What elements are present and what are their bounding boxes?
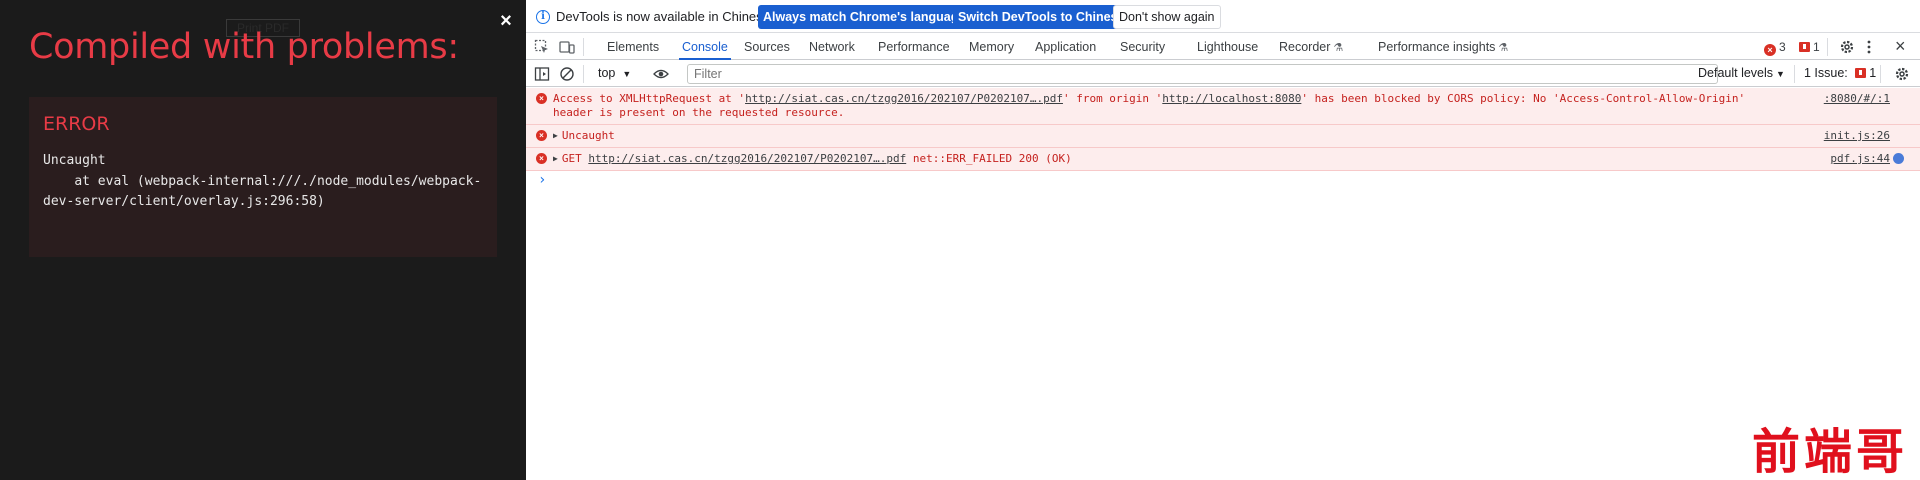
console-error-message: × Access to XMLHttpRequest at 'http://si…: [526, 88, 1920, 125]
msg-text: GET: [561, 152, 589, 165]
filter-input[interactable]: [687, 64, 1718, 84]
issue-count[interactable]: 1: [1799, 40, 1820, 54]
divider: [1827, 38, 1828, 56]
divider: [1794, 65, 1795, 83]
issue-flag-icon: [1855, 68, 1867, 78]
experiment-flask-icon: ⚗: [1498, 42, 1509, 54]
msg-text: Access to XMLHttpRequest at ': [553, 92, 746, 105]
issues-counter[interactable]: 1 Issue: 1: [1804, 66, 1876, 80]
console-error-message[interactable]: × ▶ GET http://siat.cas.cn/tzgg2016/20210…: [526, 148, 1920, 171]
clear-console-icon[interactable]: [559, 66, 575, 82]
msg-text: Uncaught: [561, 129, 615, 142]
levels-label: Default levels: [1698, 66, 1774, 80]
console-prompt[interactable]: ›: [538, 172, 546, 188]
expand-triangle-icon[interactable]: ▶: [553, 152, 558, 166]
network-globe-icon[interactable]: [1893, 153, 1904, 164]
tab-console[interactable]: Console: [679, 34, 731, 60]
msg-text: net::ERR_FAILED 200 (OK): [906, 152, 1072, 165]
error-icon: ×: [536, 153, 547, 164]
device-toolbar-icon[interactable]: [559, 39, 575, 55]
console-filterbar: top▼ Default levels▼ 1 Issue: 1: [526, 61, 1920, 87]
language-infobar: i DevTools is now available in Chinese! …: [526, 0, 1920, 33]
devtools-tabbar: Elements Console Sources Network Perform…: [526, 34, 1920, 60]
watermark-logo: 前端哥: [1752, 424, 1909, 480]
msg-source-link[interactable]: init.js:26: [1824, 129, 1890, 143]
default-levels-dropdown[interactable]: Default levels ▼: [1698, 66, 1785, 80]
tab-recorder-label: Recorder: [1279, 40, 1331, 54]
context-value: top: [598, 66, 616, 80]
tab-sources[interactable]: Sources: [744, 34, 790, 60]
overlay-title: Compiled with problems:: [29, 27, 459, 67]
info-icon: i: [536, 10, 550, 24]
tab-network[interactable]: Network: [809, 34, 855, 60]
error-box: ERROR Uncaught at eval (webpack-internal…: [29, 97, 497, 257]
settings-gear-icon[interactable]: [1839, 39, 1855, 55]
expand-triangle-icon[interactable]: ▶: [553, 129, 558, 143]
error-icon: ×: [536, 93, 547, 104]
divider: [583, 65, 584, 83]
infobar-text: DevTools is now available in Chinese!: [556, 9, 774, 24]
console-error-message[interactable]: × ▶ Uncaught init.js:26: [526, 125, 1920, 148]
error-message: Uncaught at eval (webpack-internal:///./…: [43, 153, 482, 209]
live-expression-eye-icon[interactable]: [653, 66, 669, 82]
console-messages: × Access to XMLHttpRequest at 'http://si…: [526, 88, 1920, 188]
chevron-down-icon: ▼: [622, 69, 632, 79]
issue-count-value: 1: [1813, 40, 1820, 54]
sidebar-toggle-icon[interactable]: [534, 66, 550, 82]
context-selector[interactable]: top ▼: [598, 66, 631, 80]
error-icon: ×: [536, 130, 547, 141]
switch-to-chinese-button[interactable]: Switch DevTools to Chinese: [953, 5, 1130, 29]
issues-label: 1 Issue:: [1804, 66, 1848, 80]
issue-flag-icon: [1799, 42, 1810, 52]
tab-performance-insights-label: Performance insights: [1378, 40, 1496, 54]
divider: [583, 38, 584, 56]
dont-show-again-button[interactable]: Don't show again: [1113, 5, 1221, 29]
chevron-down-icon: ▼: [1776, 69, 1785, 79]
devtools-panel: i DevTools is now available in Chinese! …: [526, 0, 1920, 480]
msg-source-link[interactable]: :8080/#/:1: [1824, 92, 1890, 106]
console-settings-gear-icon[interactable]: [1894, 66, 1910, 82]
msg-url-link[interactable]: http://siat.cas.cn/tzgg2016/202107/P0202…: [588, 152, 906, 165]
more-options-icon[interactable]: [1861, 39, 1877, 55]
error-heading: ERROR: [43, 113, 110, 135]
divider: [1880, 65, 1881, 83]
msg-url-link[interactable]: http://siat.cas.cn/tzgg2016/202107/P0202…: [745, 92, 1063, 105]
tab-recorder[interactable]: Recorder ⚗: [1279, 34, 1343, 60]
tab-memory[interactable]: Memory: [969, 34, 1014, 60]
msg-text: ' from origin ': [1062, 92, 1163, 105]
tab-application[interactable]: Application: [1035, 34, 1096, 60]
error-count[interactable]: × 3: [1764, 40, 1786, 56]
overlay-close-button[interactable]: ×: [496, 10, 516, 32]
experiment-flask-icon: ⚗: [1333, 42, 1344, 54]
msg-origin-link[interactable]: http://localhost:8080: [1162, 92, 1301, 105]
error-count-value: 3: [1779, 40, 1786, 54]
tab-performance-insights[interactable]: Performance insights ⚗: [1378, 34, 1508, 60]
msg-source-link[interactable]: pdf.js:44: [1830, 152, 1890, 166]
tab-security[interactable]: Security: [1120, 34, 1165, 60]
close-devtools-button[interactable]: ×: [1895, 36, 1906, 57]
issues-count-value: 1: [1869, 66, 1877, 80]
tab-performance[interactable]: Performance: [878, 34, 950, 60]
tab-elements[interactable]: Elements: [607, 34, 659, 60]
inspect-element-icon[interactable]: [534, 39, 550, 55]
tab-lighthouse[interactable]: Lighthouse: [1197, 34, 1258, 60]
error-icon: ×: [1764, 44, 1776, 56]
always-match-language-button[interactable]: Always match Chrome's language: [758, 5, 971, 29]
webpack-error-overlay: Print PDF × Compiled with problems: ERRO…: [0, 0, 526, 480]
